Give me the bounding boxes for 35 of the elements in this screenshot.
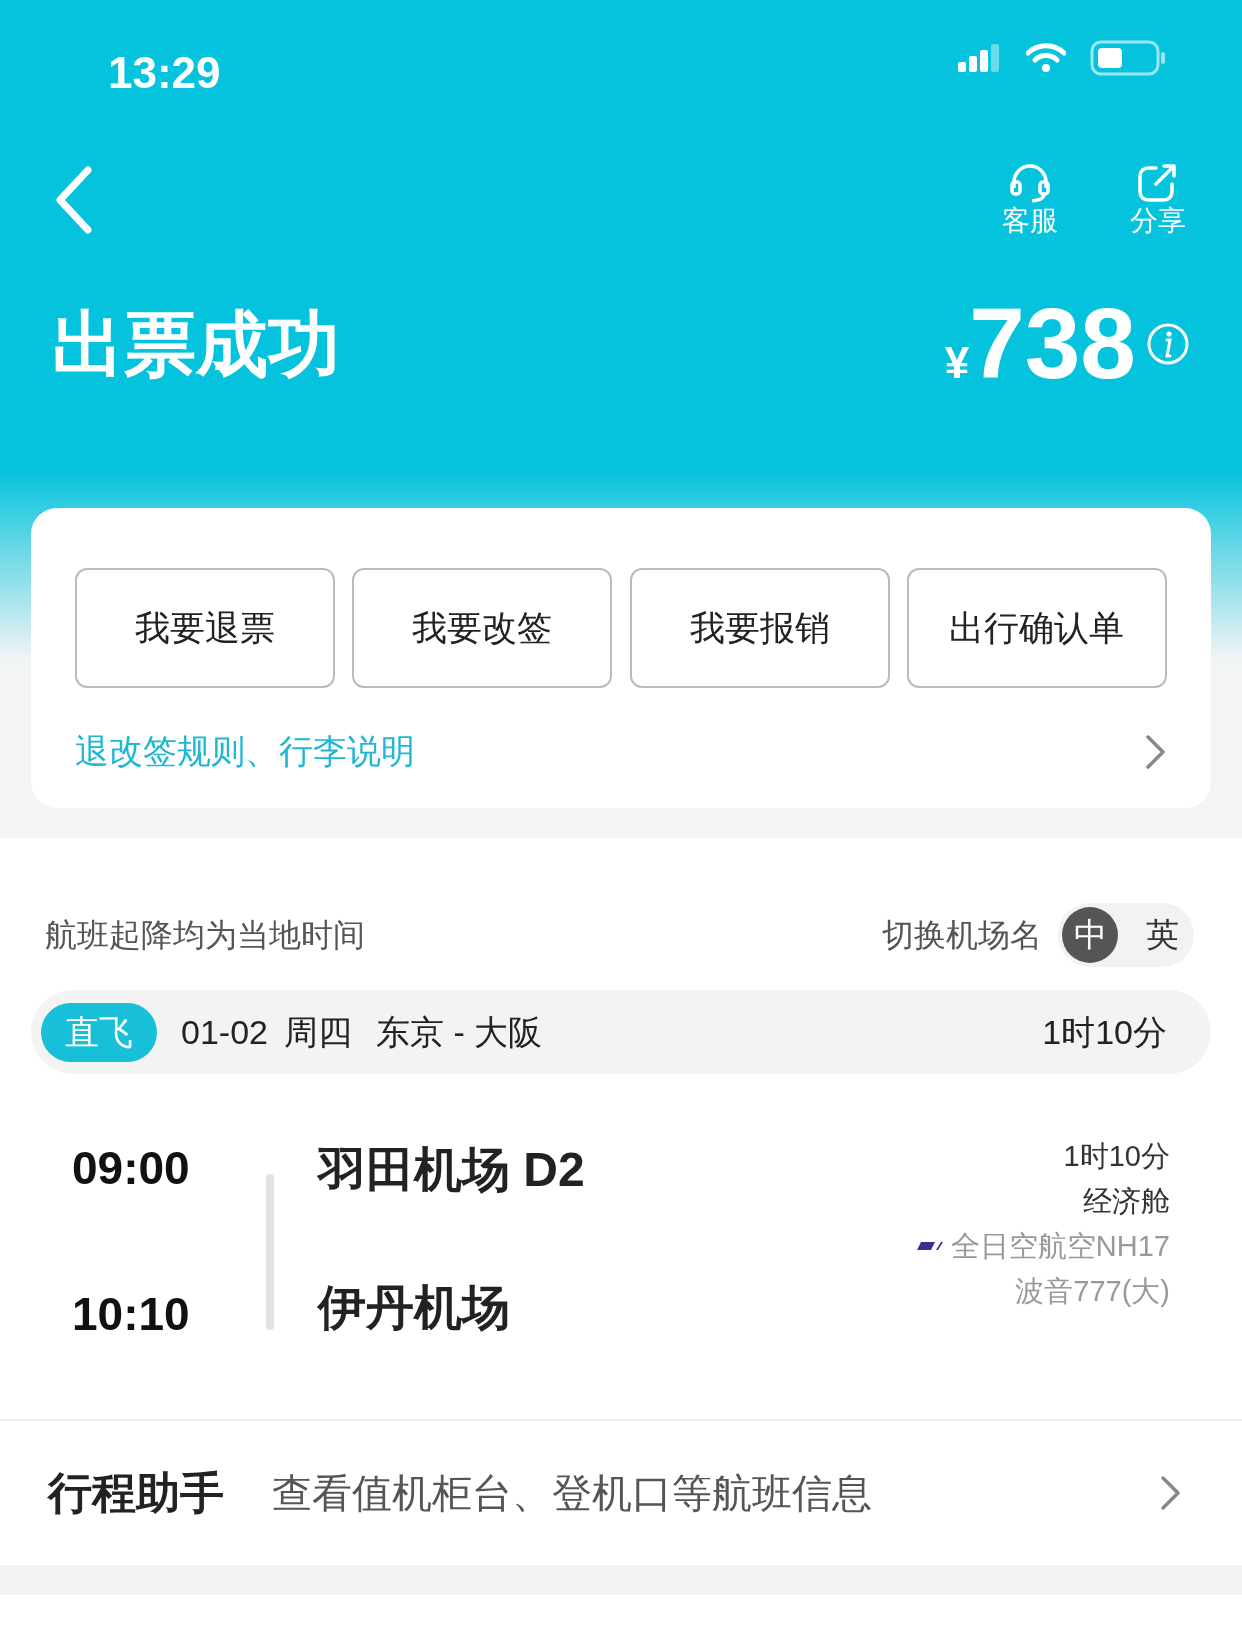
assistant-description: 查看值机柜台、登机口等航班信息 xyxy=(272,1470,872,1517)
flight-date: 01-02 xyxy=(181,1011,268,1053)
price-text: ¥738 xyxy=(944,292,1136,396)
assistant-logo: 行程助手 xyxy=(48,1467,224,1519)
departure-airport: 羽田机场 D2 xyxy=(318,1142,585,1198)
flight-weekday: 周四 xyxy=(283,1011,352,1053)
chevron-right-icon xyxy=(1160,1475,1182,1511)
action-button[interactable]: 出行确认单 xyxy=(907,568,1167,688)
language-toggle[interactable]: 中 英 xyxy=(1058,903,1194,967)
airline-logo-icon xyxy=(914,1241,943,1252)
direct-flight-badge: 直飞 xyxy=(41,1002,157,1062)
signal-icon xyxy=(958,44,1002,72)
cabin-class: 经济舱 xyxy=(1083,1183,1170,1219)
chevron-right-icon xyxy=(1145,733,1167,770)
toggle-option[interactable]: 中 xyxy=(1062,907,1118,963)
time-note: 航班起降均为当地时间 xyxy=(45,916,365,955)
flight-duration: 1时10分 xyxy=(1042,1011,1167,1053)
info-icon[interactable] xyxy=(1146,322,1190,366)
toggle-option[interactable]: 英 xyxy=(1134,907,1190,963)
arrival-time: 10:10 xyxy=(72,1287,191,1342)
airline-flight-number: 全日空航空NH17 xyxy=(950,1228,1170,1264)
arrival-airport: 伊丹机场 xyxy=(318,1280,511,1336)
action-button[interactable]: 我要报销 xyxy=(629,568,890,688)
flight-route: 东京 - 大阪 xyxy=(375,1011,543,1053)
flight-duration: 1时10分 xyxy=(1063,1139,1170,1174)
toggle-label: 切换机场名 xyxy=(882,916,1042,955)
battery-icon xyxy=(1090,40,1166,76)
status-time: 13:29 xyxy=(108,47,221,99)
action-button[interactable]: 我要退票 xyxy=(75,568,335,688)
departure-time: 09:00 xyxy=(72,1141,191,1196)
aircraft-type: 波音777(大) xyxy=(1015,1273,1170,1309)
headset-icon xyxy=(1008,162,1052,205)
page-title: 出票成功 xyxy=(52,303,340,386)
action-button[interactable]: 我要改签 xyxy=(352,568,613,688)
wifi-icon xyxy=(1026,43,1066,73)
